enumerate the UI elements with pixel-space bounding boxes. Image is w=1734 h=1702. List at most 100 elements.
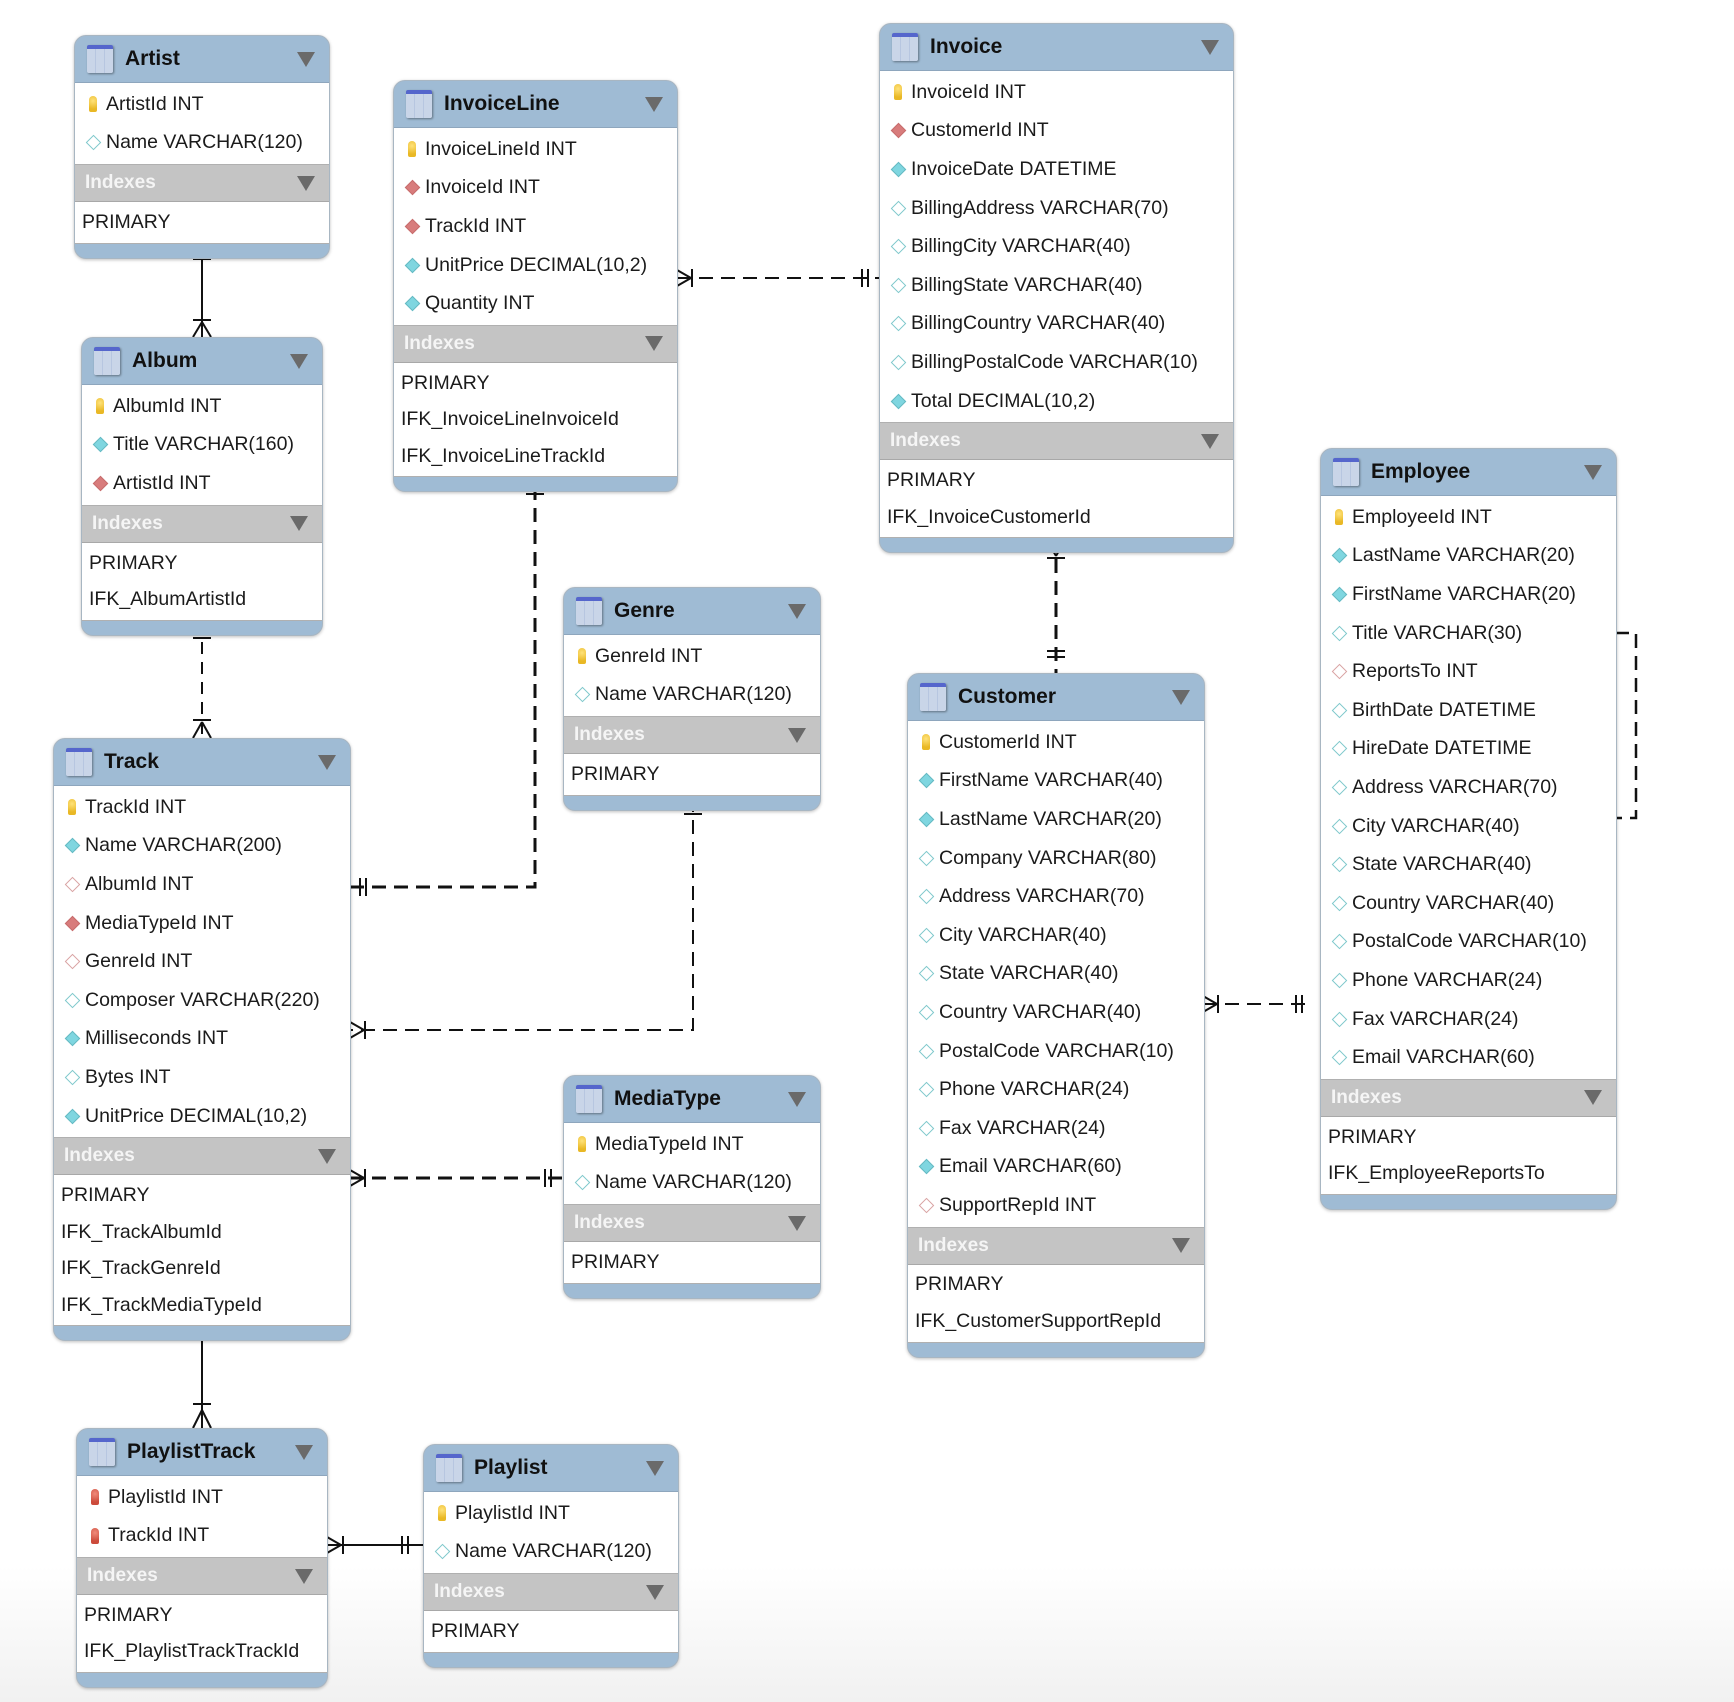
indexes-header[interactable]: Indexes bbox=[564, 1205, 820, 1243]
column-row[interactable]: Name VARCHAR(120) bbox=[75, 124, 329, 163]
index-row[interactable]: IFK_PlaylistTrackTrackId bbox=[77, 1634, 327, 1671]
column-row[interactable]: Name VARCHAR(120) bbox=[564, 676, 820, 715]
collapse-caret-icon[interactable] bbox=[290, 516, 308, 532]
column-row[interactable]: HireDate DATETIME bbox=[1321, 730, 1616, 769]
collapse-caret-icon[interactable] bbox=[645, 336, 663, 352]
table-header[interactable]: Invoice bbox=[880, 24, 1233, 70]
indexes-header[interactable]: Indexes bbox=[394, 325, 677, 363]
indexes-header[interactable]: Indexes bbox=[77, 1558, 327, 1596]
column-row[interactable]: Total DECIMAL(10,2) bbox=[880, 382, 1233, 421]
column-row[interactable]: GenreId INT bbox=[54, 942, 350, 981]
connector-playlisttrack-playlist[interactable] bbox=[326, 1536, 423, 1554]
index-row[interactable]: PRIMARY bbox=[75, 204, 329, 241]
column-row[interactable]: Fax VARCHAR(24) bbox=[1321, 1000, 1616, 1039]
connector-genre-track[interactable] bbox=[349, 798, 702, 1039]
connector-album-track[interactable] bbox=[192, 622, 212, 739]
column-row[interactable]: Country VARCHAR(40) bbox=[908, 993, 1204, 1032]
column-row[interactable]: TrackId INT bbox=[77, 1517, 327, 1556]
index-row[interactable]: PRIMARY bbox=[1321, 1119, 1616, 1156]
index-row[interactable]: PRIMARY bbox=[908, 1267, 1204, 1304]
column-row[interactable]: BillingState VARCHAR(40) bbox=[880, 266, 1233, 305]
collapse-caret-icon[interactable] bbox=[318, 754, 336, 770]
column-row[interactable]: BillingCountry VARCHAR(40) bbox=[880, 305, 1233, 344]
table-employee[interactable]: Employee EmployeeId INT LastName VARCHAR(2… bbox=[1320, 448, 1617, 1210]
column-row[interactable]: AlbumId INT bbox=[54, 865, 350, 904]
column-row[interactable]: BillingPostalCode VARCHAR(10) bbox=[880, 343, 1233, 382]
index-row[interactable]: PRIMARY bbox=[880, 462, 1233, 499]
column-row[interactable]: SupportRepId INT bbox=[908, 1186, 1204, 1225]
column-row[interactable]: Name VARCHAR(120) bbox=[564, 1164, 820, 1203]
column-row[interactable]: Fax VARCHAR(24) bbox=[908, 1109, 1204, 1148]
index-row[interactable]: PRIMARY bbox=[564, 1244, 820, 1281]
index-row[interactable]: IFK_TrackMediaTypeId bbox=[54, 1287, 350, 1324]
table-header[interactable]: Track bbox=[54, 739, 350, 785]
collapse-caret-icon[interactable] bbox=[1584, 464, 1602, 480]
column-row[interactable]: Address VARCHAR(70) bbox=[1321, 768, 1616, 807]
index-row[interactable]: PRIMARY bbox=[564, 756, 820, 793]
column-row[interactable]: InvoiceLineId INT bbox=[394, 130, 677, 169]
collapse-caret-icon[interactable] bbox=[297, 175, 315, 191]
table-invoiceline[interactable]: InvoiceLine InvoiceLineId INT InvoiceId IN… bbox=[393, 80, 678, 493]
column-row[interactable]: City VARCHAR(40) bbox=[1321, 807, 1616, 846]
column-row[interactable]: MediaTypeId INT bbox=[564, 1125, 820, 1164]
indexes-header[interactable]: Indexes bbox=[908, 1227, 1204, 1265]
table-header[interactable]: Customer bbox=[908, 674, 1204, 720]
table-mediatype[interactable]: MediaType MediaTypeId INT Name VARCHAR(120… bbox=[563, 1075, 821, 1299]
indexes-header[interactable]: Indexes bbox=[82, 505, 322, 543]
column-row[interactable]: PlaylistId INT bbox=[77, 1478, 327, 1517]
column-row[interactable]: Title VARCHAR(30) bbox=[1321, 614, 1616, 653]
column-row[interactable]: Quantity INT bbox=[394, 284, 677, 323]
table-playlist[interactable]: Playlist PlaylistId INT Name VARCHAR(120) I… bbox=[423, 1444, 679, 1668]
connector-mediatype-track[interactable] bbox=[349, 1169, 563, 1187]
collapse-caret-icon[interactable] bbox=[297, 51, 315, 67]
collapse-caret-icon[interactable] bbox=[788, 1215, 806, 1231]
table-header[interactable]: Playlist bbox=[424, 1445, 678, 1491]
connector-customer-employee[interactable] bbox=[1202, 995, 1313, 1013]
indexes-header[interactable]: Indexes bbox=[54, 1138, 350, 1176]
connector-invoice-customer[interactable] bbox=[1046, 537, 1066, 673]
index-row[interactable]: IFK_AlbumArtistId bbox=[82, 581, 322, 618]
column-row[interactable]: EmployeeId INT bbox=[1321, 498, 1616, 537]
index-row[interactable]: PRIMARY bbox=[82, 545, 322, 582]
column-row[interactable]: ReportsTo INT bbox=[1321, 652, 1616, 691]
indexes-header[interactable]: Indexes bbox=[1321, 1079, 1616, 1117]
column-row[interactable]: LastName VARCHAR(20) bbox=[908, 800, 1204, 839]
column-row[interactable]: UnitPrice DECIMAL(10,2) bbox=[394, 246, 677, 285]
indexes-header[interactable]: Indexes bbox=[75, 165, 329, 203]
column-row[interactable]: Composer VARCHAR(220) bbox=[54, 981, 350, 1020]
collapse-caret-icon[interactable] bbox=[290, 353, 308, 369]
column-row[interactable]: InvoiceDate DATETIME bbox=[880, 150, 1233, 189]
column-row[interactable]: UnitPrice DECIMAL(10,2) bbox=[54, 1097, 350, 1136]
index-row[interactable]: IFK_InvoiceLineTrackId bbox=[394, 438, 677, 475]
column-row[interactable]: BirthDate DATETIME bbox=[1321, 691, 1616, 730]
index-row[interactable]: IFK_EmployeeReportsTo bbox=[1321, 1155, 1616, 1192]
collapse-caret-icon[interactable] bbox=[318, 1148, 336, 1164]
column-row[interactable]: FirstName VARCHAR(40) bbox=[908, 762, 1204, 801]
column-row[interactable]: InvoiceId INT bbox=[394, 169, 677, 208]
collapse-caret-icon[interactable] bbox=[1172, 1238, 1190, 1254]
column-row[interactable]: State VARCHAR(40) bbox=[908, 955, 1204, 994]
collapse-caret-icon[interactable] bbox=[646, 1460, 664, 1476]
column-row[interactable]: Title VARCHAR(160) bbox=[82, 426, 322, 465]
column-row[interactable]: Country VARCHAR(40) bbox=[1321, 884, 1616, 923]
column-row[interactable]: CustomerId INT bbox=[908, 723, 1204, 762]
index-row[interactable]: IFK_TrackAlbumId bbox=[54, 1214, 350, 1251]
column-row[interactable]: Address VARCHAR(70) bbox=[908, 877, 1204, 916]
column-row[interactable]: City VARCHAR(40) bbox=[908, 916, 1204, 955]
index-row[interactable]: PRIMARY bbox=[394, 365, 677, 402]
table-header[interactable]: MediaType bbox=[564, 1076, 820, 1122]
column-row[interactable]: Milliseconds INT bbox=[54, 1020, 350, 1059]
collapse-caret-icon[interactable] bbox=[788, 603, 806, 619]
column-row[interactable]: ArtistId INT bbox=[75, 85, 329, 124]
index-row[interactable]: PRIMARY bbox=[54, 1177, 350, 1214]
table-header[interactable]: Genre bbox=[564, 588, 820, 634]
column-row[interactable]: Company VARCHAR(80) bbox=[908, 839, 1204, 878]
column-row[interactable]: LastName VARCHAR(20) bbox=[1321, 537, 1616, 576]
collapse-caret-icon[interactable] bbox=[646, 1584, 664, 1600]
column-row[interactable]: ArtistId INT bbox=[82, 464, 322, 503]
collapse-caret-icon[interactable] bbox=[645, 96, 663, 112]
column-row[interactable]: Phone VARCHAR(24) bbox=[908, 1070, 1204, 1109]
index-row[interactable]: IFK_CustomerSupportRepId bbox=[908, 1303, 1204, 1340]
collapse-caret-icon[interactable] bbox=[788, 727, 806, 743]
index-row[interactable]: PRIMARY bbox=[77, 1597, 327, 1634]
